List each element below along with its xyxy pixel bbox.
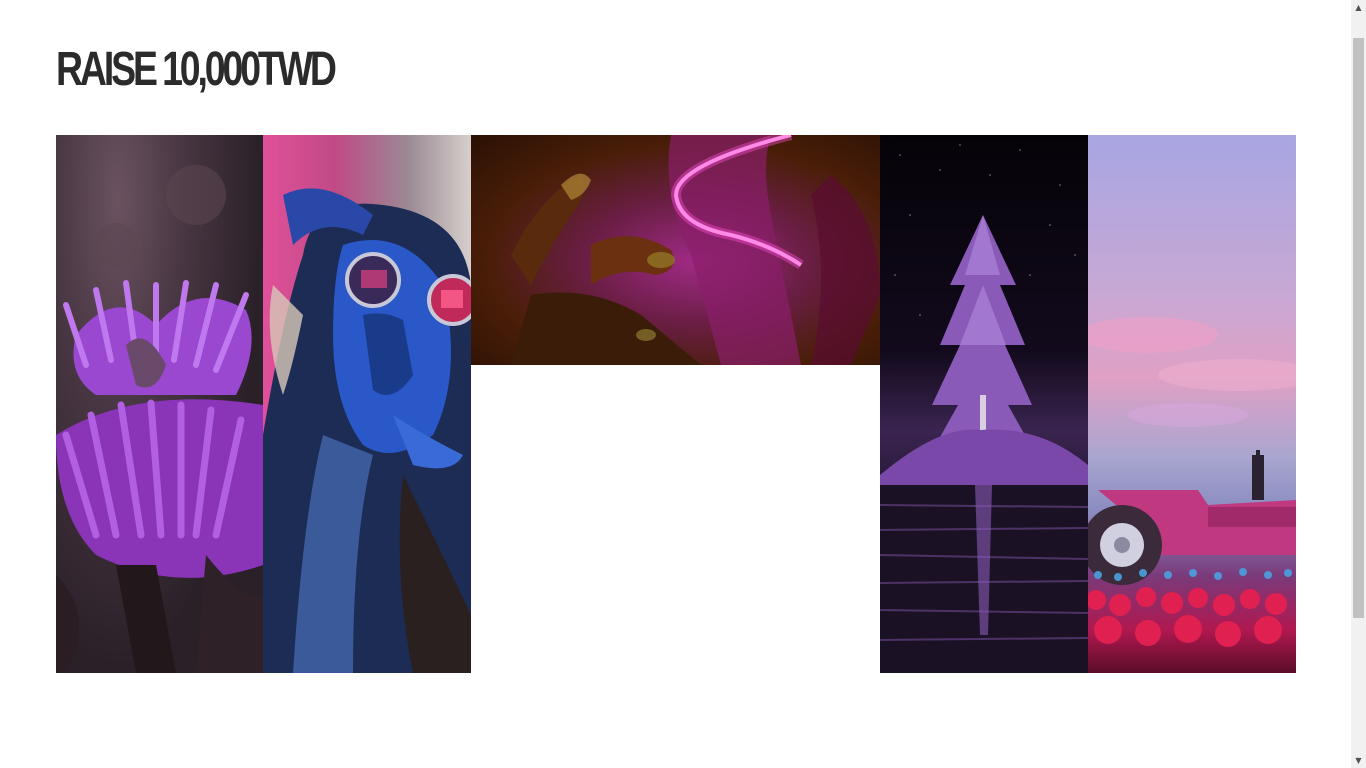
gallery-image-purple-tree[interactable] <box>880 135 1088 673</box>
triangle-down-icon[interactable]: ▼ <box>1351 753 1366 768</box>
scrollbar-thumb[interactable] <box>1353 38 1364 618</box>
triangle-up-icon[interactable]: ▲ <box>1351 0 1366 15</box>
image-gallery <box>56 135 1296 673</box>
vertical-scrollbar[interactable]: ▲ ▼ <box>1351 0 1366 768</box>
gallery-image-tractor-field[interactable] <box>1088 135 1296 673</box>
gallery-image-woman-glasses[interactable] <box>263 135 471 673</box>
gallery-image-purple-flower[interactable] <box>56 135 263 673</box>
page-title: RAISE 10,000TWD <box>56 43 337 96</box>
page: RAISE 10,000TWD <box>0 0 1351 768</box>
gallery-image-neon-hand[interactable] <box>471 135 880 365</box>
